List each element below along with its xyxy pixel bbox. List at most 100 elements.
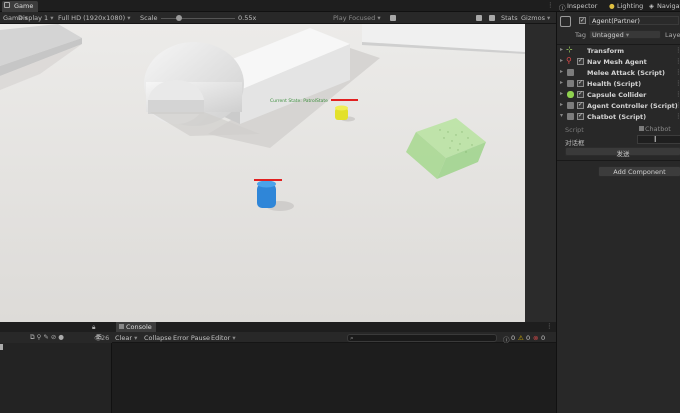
script-icon <box>567 113 574 120</box>
component-menu-icon[interactable]: ⋮ <box>675 46 680 54</box>
script-field-label: Script <box>565 126 584 134</box>
component-enabled-checkbox[interactable] <box>577 57 584 65</box>
inspector-tabbar: ⓘ Inspector ● Lighting ◈ Navigat <box>556 0 680 12</box>
game-scene: Current State: PatrolState <box>0 24 525 322</box>
play-mode-dropdown[interactable]: Play Focused <box>333 14 381 22</box>
component-menu-icon[interactable]: ⋮ <box>675 101 680 109</box>
dialog-input[interactable]: I <box>637 135 680 144</box>
collider-icon <box>567 91 574 98</box>
component-menu-icon[interactable]: ⋮ <box>675 79 680 87</box>
send-button-label: 发送 <box>616 150 630 158</box>
collapse-arrow-icon[interactable]: ▾ <box>560 112 563 119</box>
console-search-input[interactable]: ⌕ <box>347 334 497 342</box>
component-capsule-collider[interactable]: ▸ Capsule Collider ⋮ <box>557 89 680 100</box>
scale-label: Scale <box>140 14 158 22</box>
mute-audio-icon[interactable] <box>476 15 482 21</box>
tag-label: Tag <box>575 31 587 39</box>
component-chatbot[interactable]: ▾ Chatbot (Script) ⋮ <box>557 111 680 122</box>
navmesh-icon: ⚲ <box>566 56 572 65</box>
component-enabled-checkbox[interactable] <box>577 79 584 87</box>
component-enabled-checkbox[interactable] <box>577 101 584 109</box>
scale-slider-track[interactable] <box>161 18 235 19</box>
send-button[interactable]: 发送 <box>565 147 680 158</box>
component-label: Agent Controller (Script) <box>587 102 678 110</box>
transform-icon: ⊹ <box>566 45 573 54</box>
stats-button[interactable]: Stats <box>501 14 518 22</box>
game-tabbar: Game ⋮ <box>0 0 556 12</box>
lighting-icon: ● <box>609 2 615 10</box>
console-tabbar: 🔒︎ ⋮ <box>92 322 556 332</box>
editor-dropdown[interactable]: Editor <box>211 334 236 342</box>
panel-menu-icon[interactable]: ⋮ <box>547 1 554 9</box>
component-menu-icon[interactable]: ⋮ <box>675 90 680 98</box>
component-menu-icon[interactable]: ⋮ <box>675 57 680 65</box>
expand-arrow-icon[interactable]: ▸ <box>560 90 563 97</box>
expand-arrow-icon[interactable]: ▸ <box>560 46 563 53</box>
tab-inspector[interactable]: Inspector <box>567 2 597 10</box>
add-component-button[interactable]: Add Component <box>598 166 680 177</box>
component-nav-mesh-agent[interactable]: ▸ ⚲ Nav Mesh Agent ⋮ <box>557 56 680 67</box>
script-icon <box>567 102 574 109</box>
frame-debugger-icon[interactable] <box>390 15 396 21</box>
console-log-area[interactable] <box>112 343 556 413</box>
enemy-health-bar <box>331 99 358 101</box>
hierarchy-tool-icons[interactable]: ⧉⚲✎⊘● <box>30 333 66 342</box>
active-checkbox[interactable]: ✓ <box>579 17 586 24</box>
error-count: 0 <box>541 334 546 342</box>
expand-arrow-icon[interactable]: ▸ <box>560 79 563 86</box>
component-enabled-checkbox[interactable] <box>577 90 584 98</box>
component-menu-icon[interactable]: ⋮ <box>675 112 680 120</box>
tag-value: Untagged <box>592 31 624 39</box>
gizmos-dropdown[interactable]: Gizmos <box>521 14 550 22</box>
tag-dropdown[interactable]: Untagged <box>589 30 661 39</box>
script-field: Chatbot <box>637 125 680 134</box>
expand-arrow-icon[interactable]: ▸ <box>560 68 563 75</box>
component-health[interactable]: ▸ Health (Script) ⋮ <box>557 78 680 89</box>
script-icon <box>567 69 574 76</box>
viewport-side-strip <box>525 24 556 322</box>
expand-arrow-icon[interactable]: ▸ <box>560 57 563 64</box>
component-melee-attack[interactable]: ▸ Melee Attack (Script) ⋮ <box>557 67 680 78</box>
clear-button[interactable]: Clear <box>115 334 137 342</box>
count-left: 26 <box>101 334 110 342</box>
component-transform[interactable]: ▸ ⊹ Transform ⋮ <box>557 45 680 56</box>
tab-lighting[interactable]: Lighting <box>617 2 643 10</box>
object-name: Agent(Partner) <box>592 17 640 25</box>
error-filter-icon[interactable]: ⊗ <box>533 334 538 342</box>
script-file-icon <box>639 126 644 131</box>
component-label: Transform <box>587 47 625 55</box>
game-viewport[interactable]: Current State: PatrolState <box>0 24 525 322</box>
component-agent-controller[interactable]: ▸ Agent Controller (Script) ⋮ <box>557 100 680 111</box>
scale-slider-thumb[interactable] <box>176 15 182 21</box>
resolution-dropdown[interactable]: Full HD (1920x1080) <box>58 14 131 22</box>
mute-video-icon[interactable] <box>489 15 495 21</box>
script-field-value: Chatbot <box>645 125 671 133</box>
object-name-field[interactable]: Agent(Partner) <box>589 16 679 25</box>
error-pause-button[interactable]: Error Pause <box>173 334 210 342</box>
console-toolbar: 👁︎ 26 Clear Collapse Error Pause Editor … <box>94 332 556 344</box>
component-enabled-checkbox[interactable] <box>577 112 584 120</box>
component-label: Chatbot (Script) <box>587 113 647 121</box>
tab-navigation[interactable]: Navigat <box>657 2 680 10</box>
component-label: Melee Attack (Script) <box>587 69 665 77</box>
scale-value: 0.55x <box>238 14 257 22</box>
expand-arrow-icon[interactable]: ▸ <box>560 101 563 108</box>
component-label: Health (Script) <box>587 80 642 88</box>
console-menu-icon[interactable]: ⋮ <box>546 322 553 330</box>
display-dropdown[interactable]: Display 1 <box>18 14 54 22</box>
inspector-panel: ✓ Agent(Partner) Tag Untagged Laye ▸ ⊹ T… <box>556 12 680 413</box>
text-cursor-icon: I <box>654 135 657 144</box>
component-label: Capsule Collider <box>587 91 647 99</box>
collapse-button[interactable]: Collapse <box>144 334 172 342</box>
dialog-field-label: 对话框 <box>565 139 585 147</box>
tab-console[interactable]: Console <box>116 322 156 332</box>
component-label: Nav Mesh Agent <box>587 58 647 66</box>
warn-count: 0 <box>526 334 531 342</box>
game-toolbar: Game Display 1 Full HD (1920x1080) Scale… <box>0 12 556 24</box>
console-icon <box>119 324 124 329</box>
agent-health-bar <box>254 179 282 181</box>
lock-icon[interactable]: 🔒︎ <box>92 323 95 332</box>
search-icon: ⌕ <box>350 334 354 342</box>
component-menu-icon[interactable]: ⋮ <box>675 68 680 76</box>
warning-filter-icon[interactable]: ⚠ <box>518 334 524 342</box>
